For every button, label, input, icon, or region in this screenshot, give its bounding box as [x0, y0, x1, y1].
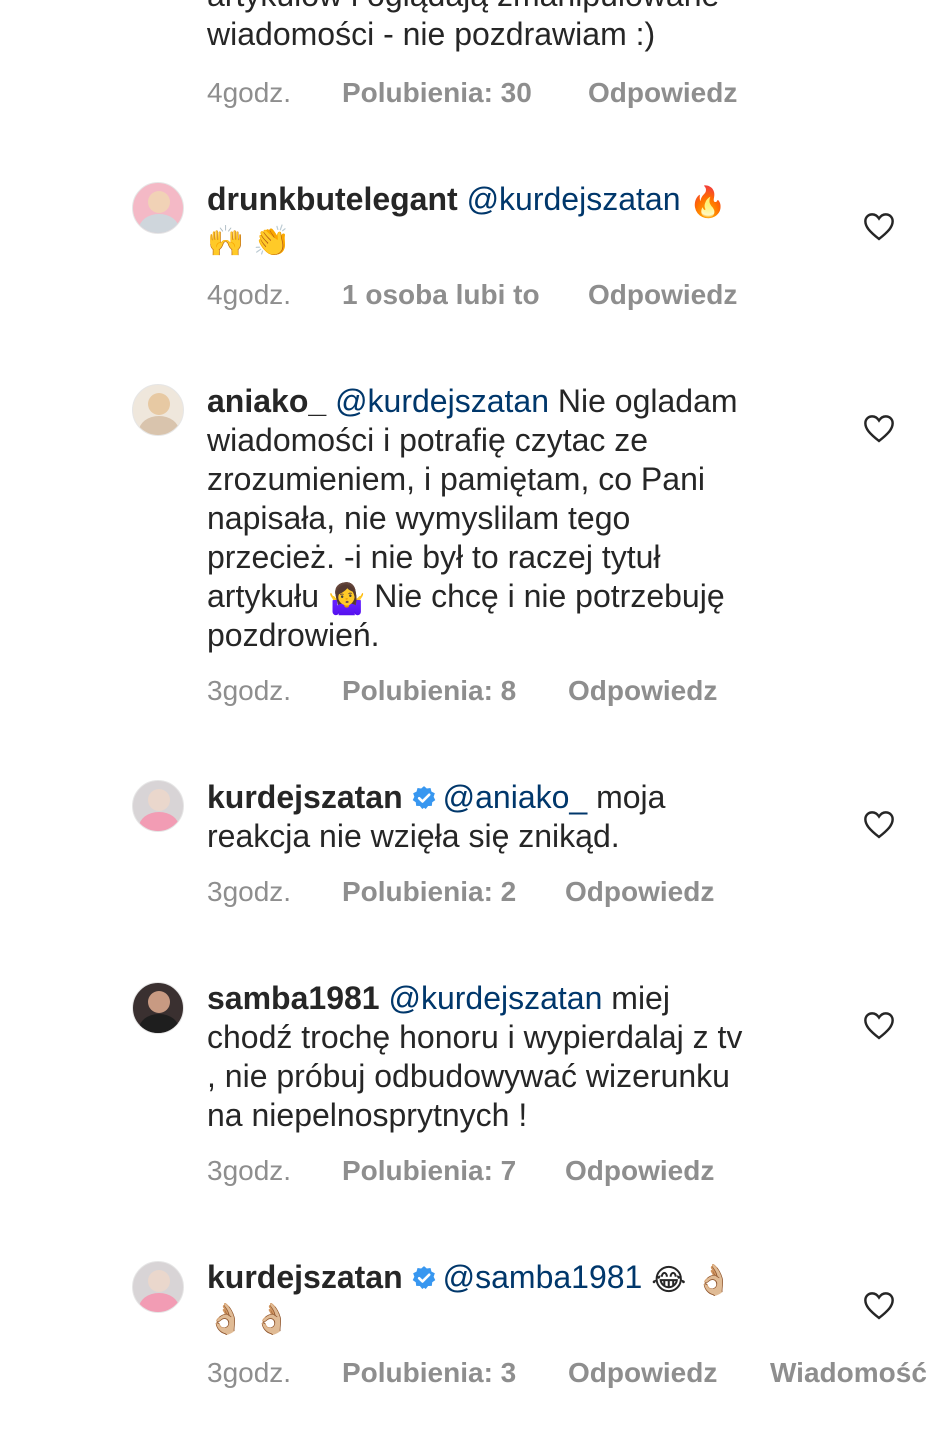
likes-count[interactable]: 1 osoba lubi to [342, 278, 540, 312]
comment-time: 3godz. [207, 1155, 292, 1186]
comment-text-line: moja [596, 779, 666, 815]
comment-username[interactable]: samba1981 [207, 980, 380, 1016]
comment-text-line: reakcja nie wzięła się znikąd. [207, 818, 620, 854]
comment-text: kurdejszatan @aniako_ moja reakcja nie wz… [207, 778, 817, 856]
heart-icon[interactable] [862, 809, 896, 839]
likes-count[interactable]: Polubienia: 8 [342, 674, 516, 708]
avatar[interactable] [132, 780, 184, 832]
comment-time: 3godz. [207, 876, 292, 907]
heart-icon[interactable] [862, 211, 896, 241]
heart-icon[interactable] [862, 1010, 896, 1040]
comment-text-line: przecież. -i nie był to raczej tytuł [207, 539, 661, 575]
mention-link[interactable]: @samba1981 [443, 1259, 643, 1295]
avatar[interactable] [132, 982, 184, 1034]
mention-link[interactable]: @kurdejszatan [335, 383, 549, 419]
mention-link[interactable]: @kurdejszatan [467, 181, 681, 217]
comment-text-line: Nie chcę i nie potrzebuję [374, 578, 725, 614]
laughing-tears-emoji: 😂 [651, 1264, 687, 1297]
comment-text-line: Nie ogladam [557, 383, 738, 419]
avatar[interactable] [132, 182, 184, 234]
comment-text-line: artykułów i oglądają zmanipulowane [207, 0, 719, 13]
fire-emoji: 🔥 [689, 186, 727, 219]
comment-text-line: napisała, nie wymyslilam tego [207, 500, 631, 536]
comment-text-line: artykułu [207, 578, 320, 614]
avatar[interactable] [132, 384, 184, 436]
heart-icon[interactable] [862, 1290, 896, 1320]
mention-link[interactable]: @aniako_ [443, 779, 588, 815]
comment-text-line: chodź trochę honoru i wypierdalaj z tv [207, 1019, 743, 1055]
comment-time: 3godz. [207, 675, 292, 706]
likes-count[interactable]: Polubienia: 7 [342, 1154, 516, 1188]
comment-text-line: pozdrowień. [207, 617, 380, 653]
verified-badge-icon [412, 1266, 435, 1289]
comment-text-line: miej [611, 980, 670, 1016]
comment-text-line: , nie próbuj odbudowywać wizerunku [207, 1058, 730, 1094]
reply-button[interactable]: Odpowiedz [565, 1154, 714, 1188]
comment-text: samba1981 @kurdejszatan miej chodź troch… [207, 979, 817, 1135]
comment-text: drunkbutelegant @kurdejszatan 🔥 🙌 👏 [207, 180, 817, 258]
comment-text: artykułów i oglądają zmanipulowane wiado… [207, 0, 857, 54]
reply-button[interactable]: Odpowiedz [565, 875, 714, 909]
comment-text-line: zrozumieniem, i pamiętam, co Pani [207, 461, 705, 497]
reply-button[interactable]: Odpowiedz [588, 278, 737, 312]
likes-count[interactable]: Polubienia: 30 [342, 76, 532, 110]
comment-time: 3godz. [207, 1357, 292, 1388]
likes-count[interactable]: Polubienia: 2 [342, 875, 516, 909]
comment-text-line: wiadomości - nie pozdrawiam :) [207, 16, 656, 52]
clapping-hands-emoji: 👏 [253, 225, 291, 258]
person-shrugging-emoji: 🤷‍♀️ [327, 583, 366, 616]
verified-badge-icon [412, 786, 435, 809]
comment-username[interactable]: kurdejszatan [207, 1259, 403, 1295]
comment-time: 4godz. [207, 77, 292, 108]
comment-text-line: na niepelnosprytnych ! [207, 1097, 528, 1133]
comment-text: aniako_ @kurdejszatan Nie ogladam wiadom… [207, 382, 817, 655]
likes-count[interactable]: Polubienia: 3 [342, 1356, 516, 1390]
mention-link[interactable]: @kurdejszatan [388, 980, 602, 1016]
ok-hand-emoji: 👌🏼 [695, 1264, 733, 1297]
comment-text: kurdejszatan @samba1981 😂 👌🏼 👌🏼 👌🏼 [207, 1258, 817, 1336]
reply-button[interactable]: Odpowiedz [568, 1356, 717, 1390]
comment-username[interactable]: kurdejszatan [207, 779, 403, 815]
ok-hand-emoji: 👌🏼 [207, 1303, 245, 1336]
comment-time: 4godz. [207, 279, 292, 310]
reply-button[interactable]: Odpowiedz [568, 674, 717, 708]
raising-hands-emoji: 🙌 [207, 225, 245, 258]
comment-text-line: wiadomości i potrafię czytac ze [207, 422, 649, 458]
ok-hand-emoji: 👌🏼 [253, 1303, 291, 1336]
reply-button[interactable]: Odpowiedz [588, 76, 737, 110]
comment-username[interactable]: aniako_ [207, 383, 326, 419]
heart-icon[interactable] [862, 413, 896, 443]
comment-username[interactable]: drunkbutelegant [207, 181, 458, 217]
avatar[interactable] [132, 1261, 184, 1313]
send-message-button[interactable]: Wiadomość [770, 1356, 927, 1390]
